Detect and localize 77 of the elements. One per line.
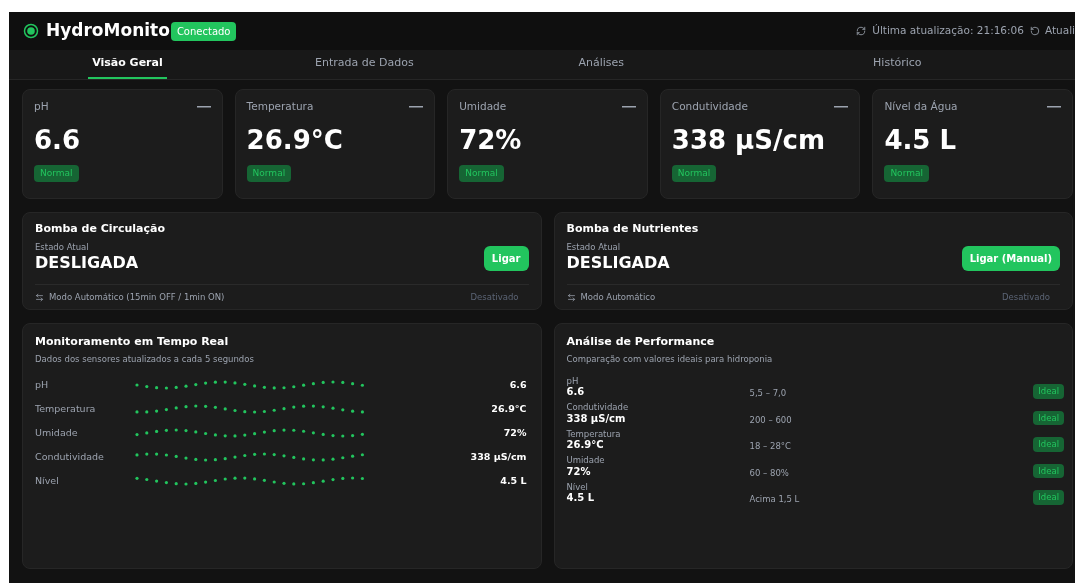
ideal-range: 60 – 80%: [749, 467, 789, 479]
sensor-label: Umidade: [459, 99, 507, 114]
sensor-label: Temperatura: [35, 402, 97, 417]
app-title: HydroMonito: [46, 19, 170, 43]
trend-flat-icon: [196, 105, 211, 108]
sensor-value: 72%: [503, 426, 528, 441]
sensor-label: pH: [35, 378, 50, 393]
metric-label: Condutividade: [566, 402, 630, 413]
panel-subtitle: Comparação com valores ideais para hidroponia: [566, 352, 774, 366]
sensor-value: 6.6: [509, 378, 528, 393]
metric-value: 72%: [566, 465, 592, 479]
trend-flat-icon: [834, 105, 849, 108]
ideal-range: Acima 1,5 L: [749, 494, 800, 505]
state-label: Estado Atual: [35, 240, 90, 254]
last-update-text: Última atualização: 21:16:06: [872, 23, 1024, 39]
swap-icon: [566, 293, 576, 303]
status-ring-icon: [23, 23, 39, 39]
metric-value: 6.6: [566, 386, 586, 399]
sensor-label: Condutividade: [671, 99, 748, 114]
status-badge: Normal: [459, 164, 504, 183]
status-badge: Ideal: [1033, 490, 1064, 505]
status-badge: Ideal: [1033, 384, 1064, 399]
sensor-label: Nível: [35, 474, 60, 489]
metric-value: 338 µS/cm: [566, 412, 627, 426]
pump-title: Bomba de Circulação: [35, 221, 165, 237]
status-badge: Ideal: [1033, 463, 1064, 479]
sensor-value: 26.9°C: [246, 126, 344, 153]
status-badge: Normal: [671, 164, 717, 183]
tab[interactable]: Visão Geral: [88, 50, 167, 79]
sensor-value: 6.6: [34, 126, 82, 153]
status-badge: Normal: [884, 164, 929, 183]
panel-title: Análise de Performance: [566, 334, 716, 350]
sensor-value: 72%: [459, 126, 523, 153]
sensor-value: 26.9°C: [491, 402, 528, 417]
sensor-value: 4.5 L: [500, 474, 528, 489]
metric-label: Umidade: [566, 455, 606, 466]
reload-icon: [1029, 26, 1040, 36]
sensor-label: pH: [34, 99, 49, 114]
trend-flat-icon: [1047, 105, 1061, 108]
tab[interactable]: Análises: [574, 50, 628, 79]
ideal-range: 18 – 28°C: [749, 441, 791, 452]
panel-subtitle: Dados dos sensores atualizados a cada 5 segundos: [35, 352, 255, 366]
auto-mode-label: Modo Automático (15min OFF / 1min ON): [49, 291, 225, 304]
auto-mode-label: Modo Automático: [580, 291, 656, 304]
ideal-range: 200 – 600: [749, 414, 792, 426]
state-label: Estado Atual: [566, 240, 622, 254]
status-badge: Ideal: [1033, 410, 1064, 426]
ideal-range: 5,5 – 7,0: [749, 388, 787, 399]
tab[interactable]: Entrada de Dados: [311, 50, 418, 79]
sensor-label: Nível da Água: [884, 99, 958, 114]
sensor-value: 338 µS/cm: [470, 450, 528, 465]
metric-value: 26.9°C: [566, 439, 605, 452]
swap-icon: [35, 293, 44, 303]
status-badge: Normal: [34, 164, 79, 183]
tab[interactable]: Histórico: [869, 50, 926, 79]
trend-flat-icon: [409, 105, 424, 108]
refresh-button[interactable]: Atuali: [1044, 23, 1075, 39]
metric-label: Nível: [566, 481, 589, 493]
sensor-value: 338 µS/cm: [671, 126, 826, 153]
connection-badge: Conectado: [170, 21, 237, 41]
refresh-icon: [856, 26, 867, 36]
auto-mode-status: Desativado: [470, 291, 519, 304]
trend-flat-icon: [621, 105, 636, 108]
metric-label: Temperatura: [566, 428, 622, 440]
pump-state: DESLIGADA: [35, 253, 140, 274]
pump-state: DESLIGADA: [566, 253, 671, 274]
sensor-label: Condutividade: [35, 450, 105, 465]
status-badge: Normal: [246, 164, 292, 183]
sensor-label: Temperatura: [246, 99, 314, 114]
auto-mode-status: Desativado: [1002, 291, 1050, 304]
panel-title: Monitoramento em Tempo Real: [35, 334, 230, 350]
metric-label: pH: [566, 375, 580, 387]
pump-title: Bomba de Nutrientes: [566, 221, 699, 237]
status-badge: Ideal: [1033, 437, 1064, 452]
sensor-label: Umidade: [35, 426, 79, 441]
metric-value: 4.5 L: [566, 492, 596, 505]
sensor-value: 4.5 L: [884, 126, 958, 153]
